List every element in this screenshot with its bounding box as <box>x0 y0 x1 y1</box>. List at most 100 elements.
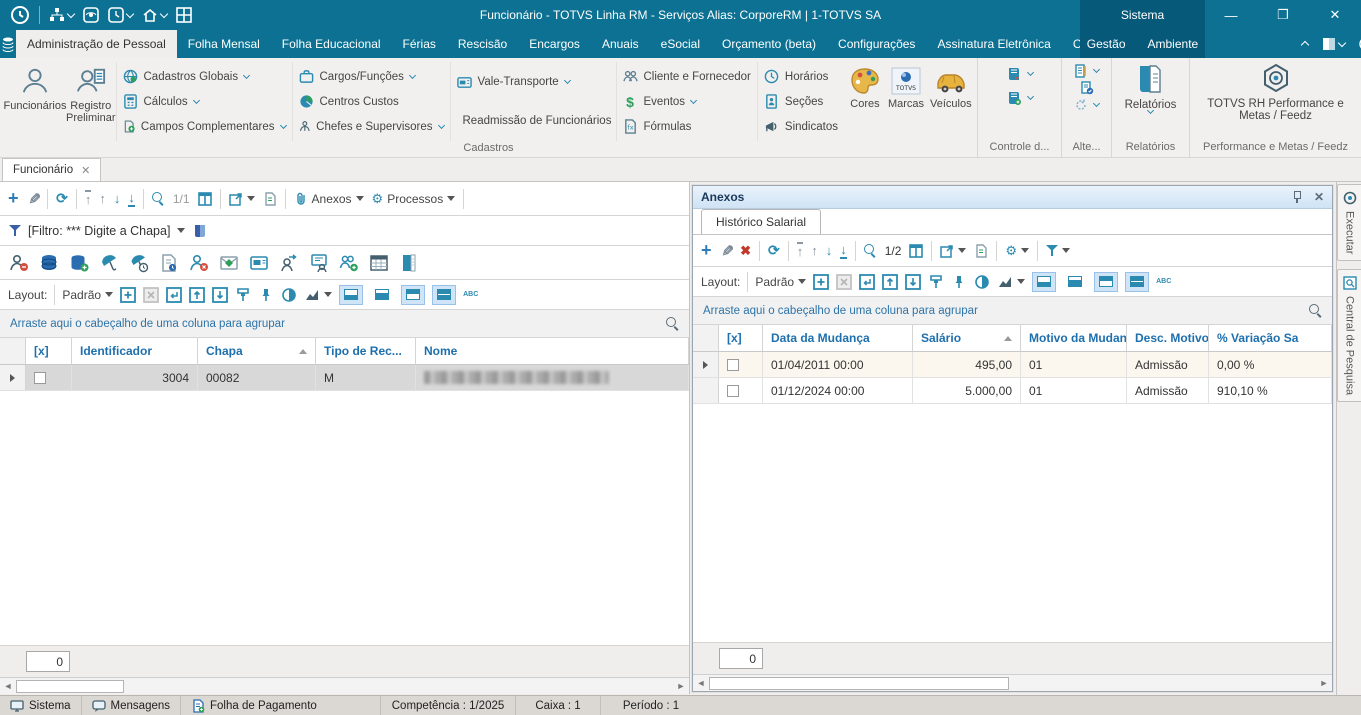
tab-orcamento-beta[interactable]: Orçamento (beta) <box>711 30 827 58</box>
formulas-button[interactable]: fx Fórmulas <box>623 114 751 139</box>
cadastros-globais-button[interactable]: Cadastros Globais <box>123 64 286 89</box>
wrap-icon[interactable] <box>859 273 875 290</box>
restore-button[interactable]: ❐ <box>1257 0 1309 30</box>
search-icon[interactable] <box>863 244 877 257</box>
exit-door-icon[interactable] <box>399 253 419 273</box>
col-chapa[interactable]: Chapa <box>198 338 316 364</box>
alteracoes-doc-check-icon[interactable] <box>1080 81 1094 95</box>
group-by-bar[interactable]: Arraste aqui o cabeçalho de uma coluna p… <box>693 297 1332 325</box>
add-button[interactable]: + <box>8 189 19 207</box>
table-row[interactable]: 01/12/2024 00:00 5.000,00 01 Admissão 91… <box>693 378 1332 404</box>
window-grid-icon[interactable] <box>176 7 192 23</box>
layout-select[interactable]: Padrão <box>62 288 114 302</box>
readmissao-button[interactable]: Readmissão de Funcionários <box>457 109 612 134</box>
controle-book-1-button[interactable] <box>1006 66 1035 82</box>
view-toggle-bottom[interactable] <box>339 284 364 305</box>
horarios-button[interactable]: Horários <box>764 64 838 89</box>
first-record-button[interactable]: ↑ <box>796 242 804 259</box>
checkbox[interactable] <box>727 358 739 371</box>
doc-tab-funcionario[interactable]: Funcionário ✕ <box>2 158 102 181</box>
person-remove-icon[interactable] <box>9 253 29 273</box>
processos-button[interactable]: ⚙ Processos <box>372 191 456 207</box>
col-salario[interactable]: Salário <box>913 325 1021 351</box>
col-check[interactable]: [x] <box>26 338 72 364</box>
filter-book-icon[interactable] <box>192 223 208 239</box>
screen-user-icon[interactable] <box>309 253 329 273</box>
performance-button[interactable]: TOTVS RH Performance e Metas / Feedz <box>1196 98 1356 122</box>
document-clock-icon[interactable] <box>159 253 179 273</box>
table-grid-icon[interactable] <box>369 253 389 273</box>
paint-format-icon[interactable] <box>235 287 251 303</box>
pin-column-icon[interactable] <box>951 274 967 290</box>
add-button[interactable]: + <box>701 241 712 259</box>
relatorios-icon[interactable] <box>1134 62 1168 96</box>
export-button[interactable] <box>940 244 967 258</box>
tab-historico-salarial[interactable]: Histórico Salarial <box>701 209 822 234</box>
database-icon[interactable] <box>39 253 59 273</box>
pin-column-icon[interactable] <box>258 287 274 303</box>
minimize-button[interactable]: — <box>1205 0 1257 30</box>
col-identificador[interactable]: Identificador <box>72 338 198 364</box>
filter-icon[interactable] <box>9 224 21 237</box>
close-panel-icon[interactable]: ✕ <box>1314 190 1324 204</box>
sindicatos-button[interactable]: Sindicatos <box>764 114 838 139</box>
controle-book-2-button[interactable] <box>1006 90 1035 106</box>
envelope-icon[interactable] <box>219 253 239 273</box>
scrollbar-thumb[interactable] <box>16 679 124 693</box>
app-logo-icon[interactable] <box>10 5 30 25</box>
side-tab-central-pesquisa[interactable]: Central de Pesquisa <box>1337 269 1361 403</box>
vale-transporte-button[interactable]: Vale-Transporte <box>456 70 610 95</box>
paint-format-icon[interactable] <box>928 274 944 290</box>
col-desc-motivo[interactable]: Desc. Motivo <box>1127 325 1209 351</box>
eye-icon[interactable] <box>83 7 99 23</box>
last-record-button[interactable]: ↓ <box>840 242 847 259</box>
window-layout-icon[interactable] <box>1322 37 1347 51</box>
col-variacao[interactable]: % Variação Sa <box>1209 325 1332 351</box>
col-check[interactable]: [x] <box>719 325 763 351</box>
people-add-icon[interactable] <box>339 253 359 273</box>
view-toggle-rows[interactable] <box>432 284 457 305</box>
settings-button[interactable]: ⚙ <box>1005 243 1030 259</box>
registro-preliminar-button[interactable]: Registro Preliminar <box>66 62 116 141</box>
wrap-icon[interactable] <box>166 286 182 303</box>
chart-icon[interactable] <box>304 287 333 303</box>
view-toggle-rows[interactable] <box>1125 271 1150 292</box>
view-toggle-top[interactable] <box>1094 271 1119 292</box>
alteracoes-refresh-button[interactable] <box>1074 98 1101 112</box>
record-count-box[interactable]: 0 <box>719 648 763 669</box>
umbrella-icon[interactable] <box>99 253 119 273</box>
conditional-format-icon[interactable] <box>281 287 297 303</box>
edit-button[interactable]: ✎ <box>717 244 734 257</box>
horizontal-scrollbar[interactable]: ◄ ► <box>693 674 1332 691</box>
view-toggle-top[interactable] <box>401 284 426 305</box>
search-icon[interactable] <box>151 192 165 205</box>
tab-encargos[interactable]: Encargos <box>518 30 591 58</box>
veiculos-button[interactable]: Veículos <box>930 64 972 110</box>
cargos-funcoes-button[interactable]: Cargos/Funções <box>299 64 444 89</box>
move-down-icon[interactable] <box>212 286 228 303</box>
grid-search-icon[interactable] <box>1309 304 1322 317</box>
group-by-bar[interactable]: Arraste aqui o cabeçalho de uma coluna p… <box>0 310 689 338</box>
status-sistema[interactable]: Sistema <box>0 696 82 715</box>
scroll-left-icon[interactable]: ◄ <box>0 678 16 694</box>
next-record-button[interactable]: ↓ <box>826 243 833 258</box>
tab-administracao-de-pessoal[interactable]: Administração de Pessoal <box>16 30 177 58</box>
next-record-button[interactable]: ↓ <box>114 191 121 206</box>
record-count-box[interactable]: 0 <box>26 651 70 672</box>
side-tab-executar[interactable]: Executar <box>1337 184 1361 262</box>
tab-rescisao[interactable]: Rescisão <box>447 30 518 58</box>
edit-button[interactable]: ✎ <box>24 192 41 205</box>
export-button[interactable] <box>228 192 255 206</box>
tab-assinatura-eletronica[interactable]: Assinatura Eletrônica <box>926 30 1061 58</box>
tab-folha-educacional[interactable]: Folha Educacional <box>271 30 392 58</box>
view-toggle-split[interactable] <box>370 285 394 305</box>
row-checkbox-cell[interactable] <box>26 365 72 390</box>
horizontal-scrollbar[interactable]: ◄ ► <box>0 677 689 694</box>
anexos-panel-header[interactable]: Anexos ✕ <box>693 186 1332 209</box>
refresh-button[interactable]: ⟳ <box>768 243 780 258</box>
home-icon[interactable] <box>142 7 169 23</box>
collapse-groups-icon[interactable] <box>836 273 852 290</box>
tab-anuais[interactable]: Anuais <box>591 30 650 58</box>
prev-record-button[interactable]: ↑ <box>99 191 106 206</box>
col-data-mudanca[interactable]: Data da Mudança <box>763 325 913 351</box>
